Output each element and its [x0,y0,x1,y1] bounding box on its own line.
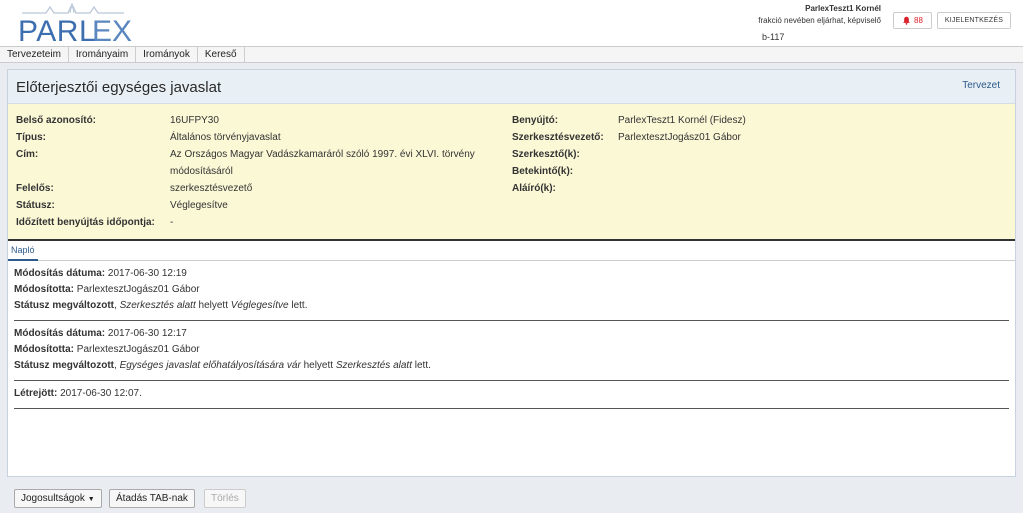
panel-header: Előterjesztői egységes javaslat Tervezet [8,70,1015,104]
log-to-status: Szerkesztés alatt [335,360,412,371]
parlament-logo-icon: PARL EX [18,2,132,48]
document-panel: Előterjesztői egységes javaslat Tervezet… [7,69,1016,477]
detail-label: Státusz: [16,200,55,211]
detail-label: Típus: [16,132,46,143]
log-end: lett. [414,360,431,371]
detail-label: Cím: [16,149,39,160]
logout-button[interactable]: KIJELENTKEZÉS [937,12,1011,29]
parlex-logo[interactable]: PARL EX [16,1,146,48]
log-by-label: Módosította: [14,284,74,295]
page-title: Előterjesztői egységes javaslat [16,79,222,96]
log-from-status: Egységes javaslat előhatályosítására vár [119,360,301,371]
notifications-button[interactable]: 88 [893,12,932,29]
log-change-label: Státusz megváltozott [14,300,115,311]
status-link[interactable]: Tervezet [962,80,1000,91]
caret-down-icon: ▼ [87,496,95,503]
detail-label: Belső azonosító: [16,115,97,126]
detail-label: Felelős: [16,183,54,194]
svg-text:PARL: PARL [18,15,96,45]
log-date-label: Módosítás dátuma: [14,268,106,279]
detail-label: Aláíró(k): [512,183,556,194]
log-entry: Módosítás dátuma: 2017-06-30 12:17 Módos… [14,321,1009,381]
svg-text:EX: EX [92,15,132,45]
detail-value: ParlexTeszt1 Kornél (Fidesz) [618,115,746,126]
nav-item-iromanyaim[interactable]: Irományaim [69,47,137,62]
log-middle: helyett [198,300,228,311]
log-created-label: Létrejött: [14,388,58,399]
nav-item-iromanyok[interactable]: Irományok [136,47,198,62]
detail-value: 16UFPY30 [170,115,219,126]
nav-item-tervezeteim[interactable]: Tervezeteim [0,47,69,62]
tab-naplo[interactable]: Napló [8,241,38,261]
log-created: 2017-06-30 12:07. [60,388,142,399]
tab-bar: Napló [8,241,1015,261]
user-name: ParlexTeszt1 Kornél [805,4,881,13]
nav-item-kereso[interactable]: Kereső [198,47,245,62]
log-middle: helyett [303,360,334,371]
detail-value: ParlextesztJogász01 Gábor [618,132,741,143]
room-number: b-117 [762,32,785,42]
main-nav: Tervezeteim Irományaim Irományok Kereső [0,46,1023,63]
detail-row-id: Belső azonosító: 16UFPY30 [16,112,490,129]
details-left-column: Belső azonosító: 16UFPY30 Típus: Általán… [16,112,490,231]
detail-row-responsible: Felelős: szerkesztésvezető [16,180,490,197]
detail-row-title: Cím: Az Országos Magyar Vadászkamaráról … [16,146,490,180]
details-right-column: Benyújtó: ParlexTeszt1 Kornél (Fidesz) S… [512,112,746,197]
detail-row-scheduled: Időzített benyújtás időpontja: - [16,214,490,231]
transfer-button[interactable]: Átadás TAB-nak [109,489,195,508]
log-by: ParlextesztJogász01 Gábor [76,284,200,295]
detail-row-submitter: Benyújtó: ParlexTeszt1 Kornél (Fidesz) [512,112,746,129]
detail-row-viewers: Betekintő(k): [512,163,746,180]
log-list: Módosítás dátuma: 2017-06-30 12:19 Módos… [8,261,1015,409]
detail-value: Az Országos Magyar Vadászkamaráról szóló… [170,149,475,177]
log-date: 2017-06-30 12:17 [107,328,187,339]
log-to-status: Véglegesítve [230,300,289,311]
log-entry: Módosítás dátuma: 2017-06-30 12:19 Módos… [14,261,1009,321]
detail-label: Szerkesztésvezető: [512,132,604,143]
permissions-dropdown-button[interactable]: Jogosultságok ▼ [14,489,102,508]
detail-row-editors: Szerkesztő(k): [512,146,746,163]
user-info: ParlexTeszt1 Kornél frakció nevében eljá… [758,3,881,27]
bell-icon [903,16,910,25]
detail-label: Benyújtó: [512,115,559,126]
app-header: PARL EX ParlexTeszt1 Kornél frakció nevé… [0,0,1023,48]
detail-value: Véglegesítve [170,200,228,211]
permissions-label: Jogosultságok [21,493,85,504]
detail-value: Általános törvényjavaslat [170,132,281,143]
log-change-label: Státusz megváltozott [14,360,115,371]
detail-row-type: Típus: Általános törvényjavaslat [16,129,490,146]
log-from-status: Szerkesztés alatt [119,300,196,311]
detail-row-status: Státusz: Véglegesítve [16,197,490,214]
delete-button[interactable]: Törlés [204,489,246,508]
details-section: Belső azonosító: 16UFPY30 Típus: Általán… [8,104,1015,241]
log-date: 2017-06-30 12:19 [107,268,187,279]
notifications-count: 88 [914,16,923,25]
log-end: lett. [291,300,308,311]
detail-label: Időzített benyújtás időpontja: [16,217,155,228]
log-by: ParlextesztJogász01 Gábor [76,344,200,355]
detail-label: Betekintő(k): [512,166,574,177]
detail-label: Szerkesztő(k): [512,149,580,160]
log-entry-created: Létrejött: 2017-06-30 12:07. [14,381,1009,409]
log-date-label: Módosítás dátuma: [14,328,106,339]
detail-value: - [170,217,174,228]
detail-row-signers: Aláíró(k): [512,180,746,197]
detail-row-editor-lead: Szerkesztésvezető: ParlextesztJogász01 G… [512,129,746,146]
user-role: frakció nevében eljárhat, képviselő [758,16,881,25]
log-by-label: Módosította: [14,344,74,355]
detail-value: szerkesztésvezető [170,183,253,194]
